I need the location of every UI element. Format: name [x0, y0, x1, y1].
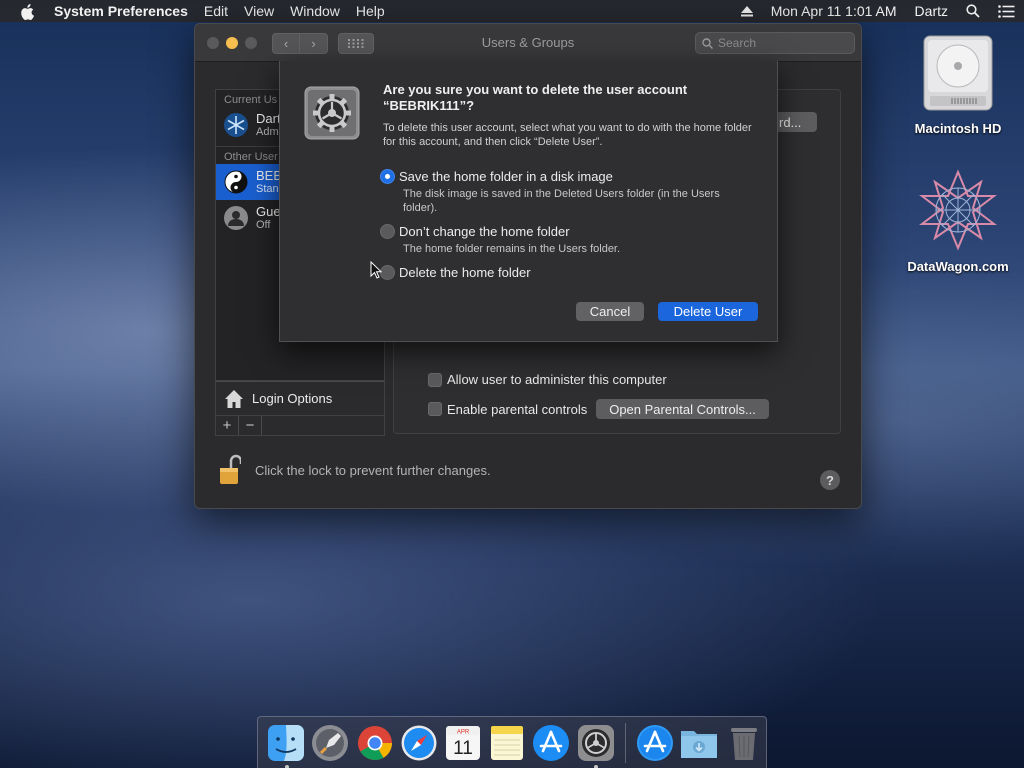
dialog-title: Are you sure you want to delete the user…: [383, 82, 753, 114]
system-preferences-icon[interactable]: [576, 723, 615, 768]
radio-save-disk-image[interactable]: [380, 169, 395, 184]
system-preferences-gear-icon: [304, 86, 360, 140]
notification-center-icon[interactable]: [989, 4, 1024, 18]
open-parental-controls-button[interactable]: Open Parental Controls...: [596, 399, 769, 419]
parental-controls-row: Enable parental controls Open Parental C…: [428, 399, 769, 419]
desktop-icon-macintosh-hd[interactable]: Macintosh HD: [898, 32, 1018, 136]
menu-edit[interactable]: Edit: [196, 3, 236, 19]
option-label: Don’t change the home folder: [399, 224, 570, 239]
menu-view[interactable]: View: [236, 3, 282, 19]
option-description: The home folder remains in the Users fol…: [403, 243, 621, 255]
option-save-disk-image[interactable]: Save the home folder in a disk image The…: [380, 169, 760, 215]
snowflake-avatar-icon: [224, 113, 248, 137]
title-bar[interactable]: ‹ › Users & Groups Search: [195, 24, 861, 62]
dialog-description: To delete this user account, select what…: [383, 122, 752, 148]
parental-controls-label: Enable parental controls: [447, 401, 588, 417]
app-store-icon[interactable]: [635, 723, 674, 763]
delete-user-dialog: Are you sure you want to delete the user…: [279, 61, 778, 342]
remove-user-button[interactable]: −: [239, 416, 262, 435]
launchpad-icon[interactable]: [311, 723, 350, 763]
calendar-day: 11: [453, 738, 473, 759]
apple-menu-icon[interactable]: [0, 2, 54, 20]
eject-icon[interactable]: [732, 5, 762, 17]
menu-window[interactable]: Window: [282, 3, 348, 19]
guest-avatar-icon: [224, 206, 248, 230]
datawagon-logo-icon: [898, 168, 1018, 255]
menubar-clock[interactable]: Mon Apr 11 1:01 AM: [762, 3, 906, 19]
dock-separator: [624, 722, 626, 763]
allow-admin-label: Allow user to administer this computer: [447, 372, 667, 387]
dialog-title-line1: Are you sure you want to delete the user…: [383, 82, 688, 97]
safari-icon[interactable]: [399, 723, 438, 763]
menu-help[interactable]: Help: [348, 3, 393, 19]
add-user-button[interactable]: +: [216, 416, 239, 435]
yin-yang-avatar-icon: [224, 170, 248, 194]
spotlight-search-icon[interactable]: [957, 4, 989, 18]
option-description: The disk image is saved in the Deleted U…: [403, 188, 720, 214]
desktop-icon-datawagon[interactable]: DataWagon.com: [898, 168, 1018, 274]
radio-dont-change[interactable]: [380, 224, 395, 239]
dock: APR 11: [257, 716, 767, 768]
radio-delete-home[interactable]: [380, 265, 395, 280]
search-icon: [702, 37, 713, 49]
cancel-button[interactable]: Cancel: [576, 302, 644, 321]
option-dont-change[interactable]: Don’t change the home folder The home fo…: [380, 224, 760, 256]
option-label: Save the home folder in a disk image: [399, 169, 613, 184]
desktop-icon-label: Macintosh HD: [914, 121, 1002, 136]
mouse-cursor-icon: [370, 261, 382, 279]
delete-user-button[interactable]: Delete User: [658, 302, 758, 321]
search-input[interactable]: Search: [695, 32, 855, 54]
option-label: Delete the home folder: [399, 265, 531, 280]
user-name: Dart: [256, 110, 281, 126]
menu-app-name[interactable]: System Preferences: [54, 3, 196, 19]
option-delete-home[interactable]: Delete the home folder: [380, 265, 760, 280]
user-role: Admi: [256, 125, 282, 138]
lock-text: Click the lock to prevent further change…: [255, 462, 491, 478]
downloads-folder-icon[interactable]: [679, 723, 719, 763]
trash-icon[interactable]: [724, 723, 763, 763]
finder-icon[interactable]: [267, 723, 306, 768]
login-options-button[interactable]: Login Options: [215, 381, 385, 416]
app-store-icon[interactable]: [532, 723, 571, 763]
notes-icon[interactable]: [488, 723, 527, 763]
help-button[interactable]: ?: [820, 470, 840, 490]
hard-drive-icon: [898, 32, 1018, 117]
dialog-title-line2: “BEBRIK111”?: [383, 98, 475, 113]
add-remove-bar: + −: [215, 416, 385, 436]
calendar-icon[interactable]: APR 11: [443, 723, 482, 763]
calendar-month: APR: [457, 729, 470, 735]
user-role: Off: [256, 218, 271, 231]
unlocked-padlock-icon[interactable]: [219, 454, 241, 486]
login-options-label: Login Options: [252, 391, 333, 406]
desktop-icon-label: DataWagon.com: [907, 259, 1009, 274]
allow-admin-checkbox[interactable]: [428, 372, 442, 387]
house-icon: [225, 389, 243, 408]
search-placeholder: Search: [718, 36, 757, 50]
chrome-icon[interactable]: [355, 723, 394, 763]
allow-admin-row: Allow user to administer this computer: [428, 372, 667, 387]
user-name: Gue: [256, 203, 281, 219]
menubar-user[interactable]: Dartz: [906, 3, 957, 19]
lock-row: Click the lock to prevent further change…: [219, 454, 491, 486]
menu-bar: System Preferences Edit View Window Help…: [0, 0, 1024, 22]
change-password-button[interactable]: rd...: [775, 112, 817, 132]
parental-controls-checkbox[interactable]: [428, 402, 442, 416]
